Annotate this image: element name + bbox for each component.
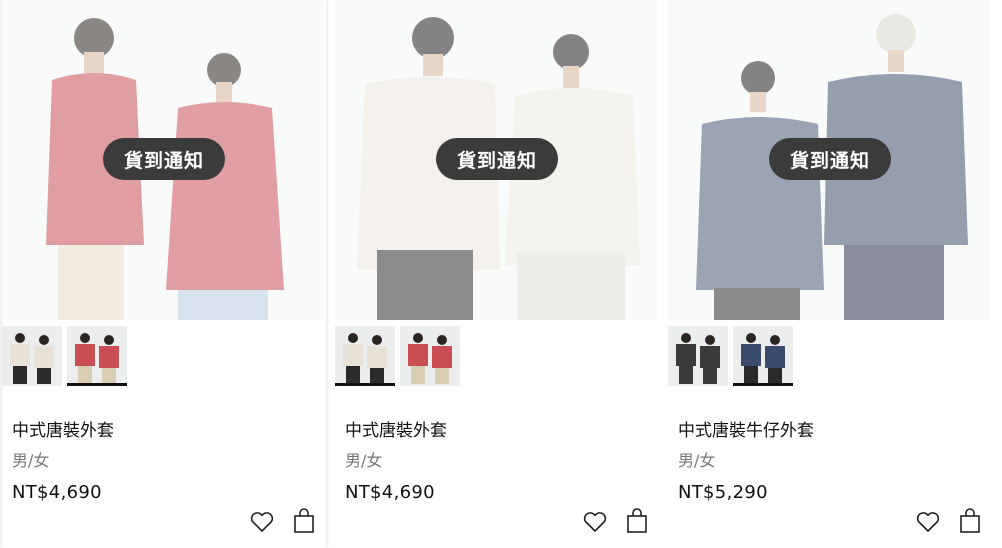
product-image[interactable]: 貨到通知 — [335, 0, 657, 320]
product-image[interactable]: 貨到通知 — [2, 0, 324, 320]
product-name[interactable]: 中式唐裝外套 — [345, 416, 447, 441]
product-card[interactable]: 貨到通知 中式唐裝牛仔外套 男/女 NT$5,290 — [668, 0, 992, 548]
product-gender: 男/女 — [678, 451, 716, 470]
swatch-thumbnail — [676, 333, 720, 384]
product-card[interactable]: 貨到通知 中式唐裝外套 男/女 NT$4,690 — [2, 0, 326, 548]
swatch-thumbnail — [408, 333, 452, 384]
product-price: NT$4,690 — [12, 482, 102, 503]
swatch-thumbnail — [343, 333, 387, 384]
color-swatch[interactable] — [2, 326, 62, 386]
product-price: NT$4,690 — [345, 482, 435, 503]
color-swatches — [668, 326, 793, 386]
product-name[interactable]: 中式唐裝外套 — [12, 416, 114, 441]
color-swatches — [2, 326, 127, 386]
color-swatch[interactable] — [67, 326, 127, 386]
product-gender: 男/女 — [345, 451, 383, 470]
product-gender: 男/女 — [12, 451, 50, 470]
product-card[interactable]: 貨到通知 中式唐裝外套 男/女 NT$4,690 — [335, 0, 659, 548]
wishlist-heart-icon[interactable] — [248, 508, 276, 536]
color-swatch[interactable] — [400, 326, 460, 386]
product-grid: 貨到通知 中式唐裝外套 男/女 NT$4,690 貨到通知 中式唐裝外套 男/女… — [0, 0, 1002, 548]
product-image[interactable]: 貨到通知 — [668, 0, 990, 320]
swatch-thumbnail — [10, 333, 54, 384]
product-name[interactable]: 中式唐裝牛仔外套 — [678, 416, 814, 441]
product-price: NT$5,290 — [678, 482, 768, 503]
add-to-bag-icon[interactable] — [290, 507, 318, 535]
swatch-thumbnail — [75, 333, 119, 384]
color-swatch[interactable] — [335, 326, 395, 386]
notify-when-available-button[interactable]: 貨到通知 — [103, 138, 225, 180]
color-swatches — [335, 326, 460, 386]
add-to-bag-icon[interactable] — [623, 507, 651, 535]
notify-when-available-button[interactable]: 貨到通知 — [769, 138, 891, 180]
wishlist-heart-icon[interactable] — [914, 508, 942, 536]
add-to-bag-icon[interactable] — [956, 507, 984, 535]
notify-when-available-button[interactable]: 貨到通知 — [436, 138, 558, 180]
color-swatch[interactable] — [733, 326, 793, 386]
wishlist-heart-icon[interactable] — [581, 508, 609, 536]
color-swatch[interactable] — [668, 326, 728, 386]
swatch-thumbnail — [741, 333, 785, 384]
